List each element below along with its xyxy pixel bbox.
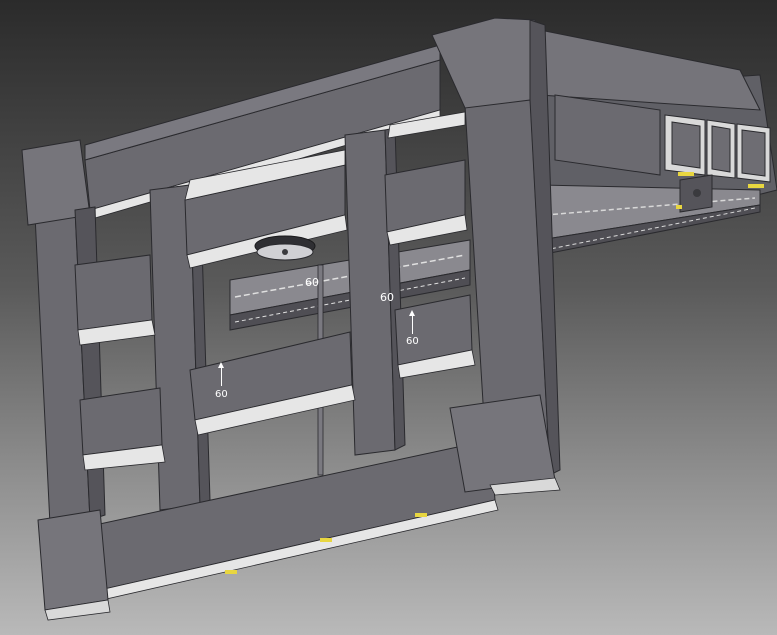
weld-label-right: 60 bbox=[406, 336, 419, 347]
weld-stem bbox=[221, 368, 222, 386]
cad-viewport[interactable]: 60 60 60 60 bbox=[0, 0, 777, 635]
dimension-label-left[interactable]: 60 bbox=[305, 277, 319, 288]
rail-assembly bbox=[539, 29, 777, 256]
model-canvas[interactable] bbox=[0, 0, 777, 635]
weld-stem bbox=[412, 316, 413, 334]
dimension-label-right[interactable]: 60 bbox=[380, 292, 394, 303]
motor-hub bbox=[254, 235, 316, 261]
weld-label-left: 60 bbox=[215, 389, 228, 400]
